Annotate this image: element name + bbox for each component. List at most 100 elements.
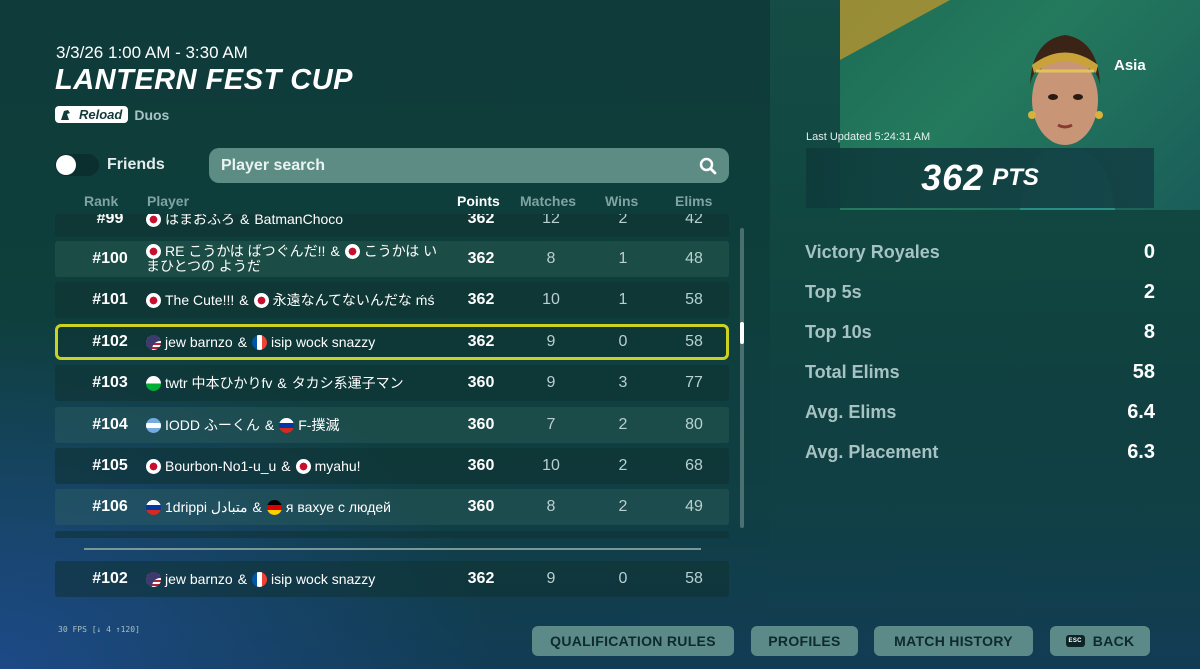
column-header-matches[interactable]: Matches xyxy=(520,193,576,209)
leaderboard-table: #99 はまおふろ & BatmanChoco 362 12 2 42 #100 R… xyxy=(55,214,745,538)
player-two: F-撲滅 xyxy=(298,416,340,433)
pinned-divider xyxy=(84,548,701,550)
table-row-selected[interactable]: #102 jew barnzo & isip wock snazzy 362 9 0… xyxy=(55,324,729,360)
flag-icon xyxy=(146,499,161,515)
flag-icon xyxy=(146,214,161,227)
event-title: LANTERN FEST CUP xyxy=(55,64,353,96)
column-header-points[interactable]: Points xyxy=(457,193,500,209)
stat-row: Top 10s 8 xyxy=(805,312,1155,352)
row-points: 362 xyxy=(467,291,495,308)
row-points: 362 xyxy=(467,570,495,587)
flag-icon xyxy=(252,571,268,587)
row-points: 360 xyxy=(467,457,495,474)
stat-value: 58 xyxy=(1132,360,1155,383)
row-wins: 1 xyxy=(618,291,628,308)
back-button[interactable]: ESC BACK xyxy=(1050,626,1150,656)
column-header-player: Player xyxy=(147,193,190,209)
stat-row: Victory Royales 0 xyxy=(805,232,1155,272)
table-row[interactable]: #101 The Cute!!! & 永遠なんてないんだな ḿś 362 10 1 … xyxy=(55,282,729,318)
search-icon[interactable] xyxy=(699,157,717,175)
flag-icon xyxy=(146,244,161,260)
row-players: jew barnzo & isip wock snazzy xyxy=(146,324,446,360)
player-one: jew barnzo xyxy=(165,570,233,587)
column-header-wins[interactable]: Wins xyxy=(605,193,638,209)
stats-list: Victory Royales 0 Top 5s 2 Top 10s 8 Total … xyxy=(805,232,1155,472)
friends-toggle[interactable] xyxy=(55,154,99,176)
stat-value: 2 xyxy=(1143,280,1155,303)
player-one: はまおふろ xyxy=(165,214,235,227)
player-two: BatmanChoco xyxy=(254,214,344,227)
row-matches: 7 xyxy=(546,416,556,433)
stat-value: 6.4 xyxy=(1127,400,1155,423)
flag-icon xyxy=(295,458,311,474)
flag-icon xyxy=(146,458,161,474)
row-players: IODD ふーくん & F-撲滅 xyxy=(146,407,446,443)
row-points: 360 xyxy=(467,416,495,433)
scrollbar-thumb[interactable] xyxy=(740,322,744,344)
flag-icon xyxy=(279,417,295,433)
row-matches: 8 xyxy=(546,250,556,267)
flag-icon xyxy=(253,292,269,308)
ampersand: & xyxy=(237,570,248,587)
player-search-input[interactable] xyxy=(221,156,699,175)
mode-row: Reload Duos xyxy=(55,106,169,123)
table-row[interactable]: #105 Bourbon-No1-u_u & myahu! 360 10 2 68 xyxy=(55,448,729,484)
row-wins: 2 xyxy=(618,457,628,474)
table-row[interactable]: #103 twtr 中本ひかりfv & タカシ系運子マン 360 9 3 77 xyxy=(55,365,729,401)
profiles-button[interactable]: PROFILES xyxy=(751,626,858,656)
reload-icon xyxy=(61,109,70,120)
row-points: 362 xyxy=(467,333,495,350)
row-matches: 9 xyxy=(546,333,556,350)
row-wins: 2 xyxy=(618,214,628,227)
ampersand: & xyxy=(252,498,262,515)
stat-label: Avg. Elims xyxy=(805,401,897,422)
player-two: タカシ系運子マン xyxy=(291,374,404,391)
scrollbar-track[interactable] xyxy=(740,228,744,528)
table-row[interactable]: #106 1drippi متبادل & я вахуе с людей 360 … xyxy=(55,489,729,525)
player-two: я вахуе с людей xyxy=(285,498,391,515)
pinned-player-row[interactable]: #102 jew barnzo & isip wock snazzy 362 9 0… xyxy=(55,561,729,597)
flag-icon xyxy=(146,334,161,350)
region-label: Asia xyxy=(1114,57,1146,74)
reload-badge-label: Reload xyxy=(79,107,123,122)
points-unit: PTS xyxy=(992,164,1039,191)
points-total-box: 362 PTS xyxy=(806,148,1154,208)
stat-row: Avg. Elims 6.4 xyxy=(805,392,1155,432)
row-players: 1drippi متبادل & я вахуе с людей xyxy=(146,489,446,525)
row-wins: 2 xyxy=(618,416,628,433)
points-total-value: 362 xyxy=(921,157,985,198)
table-row[interactable]: #99 はまおふろ & BatmanChoco 362 12 2 42 xyxy=(55,214,729,237)
row-matches: 9 xyxy=(546,570,556,587)
row-players: jew barnzo & isip wock snazzy xyxy=(146,561,446,597)
row-matches: 12 xyxy=(542,214,560,227)
row-points: 360 xyxy=(467,498,495,515)
match-history-button[interactable]: MATCH HISTORY xyxy=(874,626,1033,656)
ampersand: & xyxy=(277,374,287,391)
row-matches: 10 xyxy=(542,291,560,308)
table-row[interactable]: #104 IODD ふーくん & F-撲滅 360 7 2 80 xyxy=(55,407,729,443)
stat-value: 6.3 xyxy=(1127,440,1155,463)
row-points: 362 xyxy=(467,250,495,267)
row-elims: 49 xyxy=(685,498,703,515)
stat-row: Top 5s 2 xyxy=(805,272,1155,312)
player-one: RE こうかは ばつぐんだ!! xyxy=(165,242,326,259)
reload-badge: Reload xyxy=(55,106,129,123)
player-two: isip wock snazzy xyxy=(271,333,376,350)
ampersand: & xyxy=(330,242,340,259)
row-matches: 10 xyxy=(542,457,560,474)
player-one: IODD ふーくん xyxy=(165,416,260,433)
qualification-rules-button[interactable]: QUALIFICATION RULES xyxy=(532,626,734,656)
fps-counter: 30 FPS [↓ 4 ↑120] xyxy=(58,625,140,634)
row-players: RE こうかは ばつぐんだ!! & こうかは いまひとつの ようだ xyxy=(146,241,446,277)
stat-label: Top 5s xyxy=(805,281,862,302)
table-row[interactable]: #100 RE こうかは ばつぐんだ!! & こうかは いまひとつの ようだ 362… xyxy=(55,241,729,277)
row-players: The Cute!!! & 永遠なんてないんだな ḿś xyxy=(146,282,446,318)
column-header-elims[interactable]: Elims xyxy=(675,193,712,209)
back-label: BACK xyxy=(1092,633,1135,649)
row-points: 362 xyxy=(467,214,495,227)
table-row-partial[interactable] xyxy=(55,531,729,538)
player-two: isip wock snazzy xyxy=(271,570,376,587)
banner-stripe xyxy=(840,0,950,60)
row-elims: 58 xyxy=(685,333,703,350)
player-one: jew barnzo xyxy=(165,333,233,350)
